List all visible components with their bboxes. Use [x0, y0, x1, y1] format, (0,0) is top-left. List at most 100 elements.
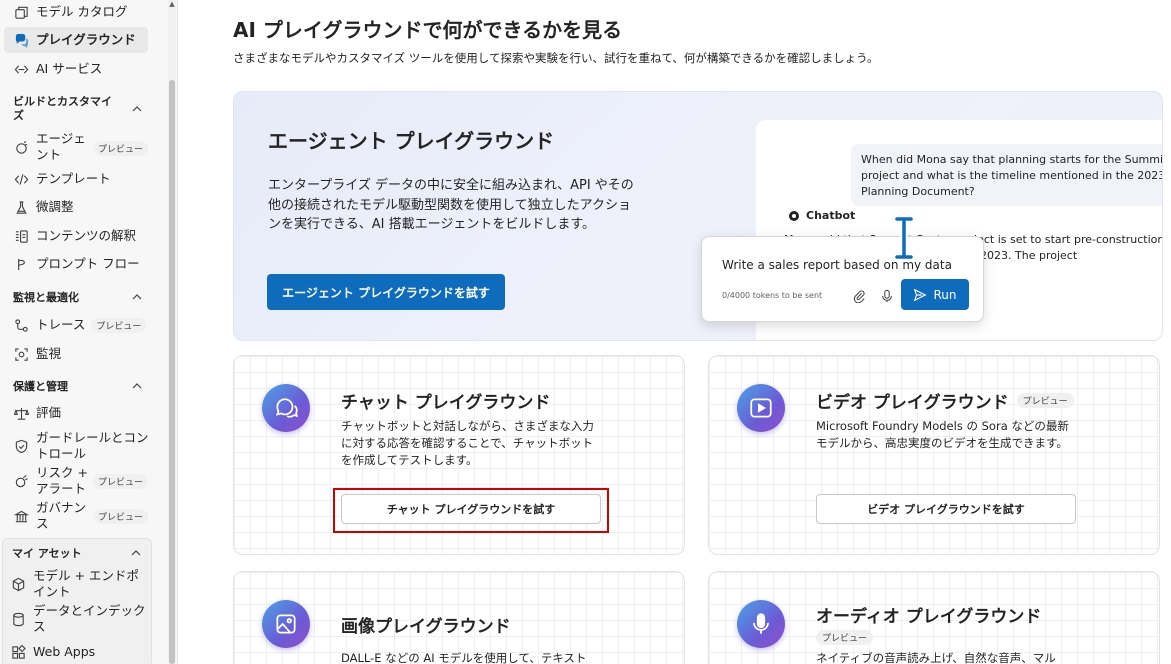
sidebar-item-label: エージェント — [36, 131, 86, 162]
chat-icon — [262, 384, 310, 432]
send-icon — [914, 288, 928, 301]
preview-badge: プレビュー — [816, 630, 874, 645]
card-description: ネイティブの音声読み上げ、自然な音声、マル — [816, 651, 1056, 664]
sidebar-item-label: ガバナンス — [36, 500, 87, 531]
sidebar-item-label: プロンプト フロー — [36, 256, 140, 271]
agent-playground-hero: エージェント プレイグラウンド エンタープライズ データの中に安全に組み込まれ、… — [233, 91, 1163, 341]
sidebar-item-model-catalog[interactable]: モデル カタログ — [0, 3, 152, 21]
ai-services-icon — [12, 60, 30, 78]
preview-badge: プレビュー — [1016, 393, 1074, 408]
microphone-icon — [882, 289, 892, 303]
sidebar-item-content-understanding[interactable]: コンテンツの解釈 — [0, 227, 152, 245]
sidebar-item-ai-services[interactable]: AI サービス — [0, 60, 152, 78]
sidebar-item-playground[interactable]: プレイグラウンド — [4, 27, 148, 53]
section-header-monitor[interactable]: 監視と最適化 — [13, 289, 143, 305]
sidebar-item-prompt-flow[interactable]: プロンプト フロー — [0, 255, 152, 273]
flask-icon — [12, 198, 30, 216]
sidebar-item-label: プレイグラウンド — [36, 32, 136, 47]
try-agent-playground-button[interactable]: エージェント プレイグラウンドを試す — [267, 274, 505, 310]
sidebar-item-label: テンプレート — [36, 171, 111, 186]
flow-icon — [12, 255, 30, 273]
sidebar-item-label: リスク + アラート — [36, 465, 88, 496]
page-subtitle: さまざまなモデルやカスタマイズ ツールを使用して探索や実験を行い、試行を重ねて、… — [233, 51, 879, 65]
card-title: オーディオ プレイグラウンド — [816, 607, 1042, 627]
sidebar-item-governance[interactable]: ガバナンス プレビュー — [0, 500, 152, 532]
hero-title: エージェント プレイグラウンド — [268, 129, 555, 153]
sidebar-item-trace[interactable]: トレース プレビュー — [0, 316, 152, 334]
microphone-icon — [737, 600, 785, 648]
chatbot-label: Chatbot — [788, 209, 855, 222]
sidebar-item-risk-alerts[interactable]: リスク + アラート プレビュー — [0, 465, 152, 497]
section-header-build[interactable]: ビルドとカスタマイズ — [13, 95, 143, 123]
sidebar-item-label: ガードレールとコントロール — [36, 430, 149, 461]
sidebar-item-label: 評価 — [36, 405, 62, 420]
image-icon — [262, 600, 310, 648]
preview-badge: プレビュー — [91, 317, 147, 333]
card-title: 画像プレイグラウンド — [341, 617, 511, 637]
section-header-my-assets[interactable]: マイ アセット — [12, 545, 142, 561]
playground-icon — [12, 31, 30, 49]
sidebar-item-label: モデル カタログ — [36, 4, 128, 19]
chevron-up-icon — [132, 294, 142, 300]
demo-composer: Write a sales report based on my data 0/… — [701, 236, 984, 322]
sidebar-scrollbar[interactable]: ▲ — [168, 0, 176, 664]
sidebar-item-evaluation[interactable]: 評価 — [0, 404, 152, 422]
trace-icon — [12, 316, 30, 334]
sidebar-item-label: 監視 — [36, 346, 62, 361]
monitor-icon — [12, 345, 30, 363]
demo-user-message: When did Mona say that planning starts f… — [851, 144, 1162, 206]
video-play-icon — [737, 384, 785, 432]
audio-playground-card: オーディオ プレイグラウンド プレビュー ネイティブの音声読み上げ、自然な音声、… — [708, 571, 1160, 664]
code-icon — [12, 170, 30, 188]
chevron-up-icon — [131, 550, 141, 556]
page-title: AI プレイグラウンドで何ができるかを見る — [233, 18, 623, 42]
sidebar-item-web-apps[interactable]: Web Apps — [0, 643, 152, 661]
preview-badge: プレビュー — [92, 509, 148, 524]
sidebar-item-models-endpoints[interactable]: モデル + エンドポイント — [0, 568, 152, 600]
chat-playground-card: チャット プレイグラウンド チャットボットと対話しながら、さまざまな入力に対する… — [233, 355, 685, 555]
sidebar-item-label: AI サービス — [36, 61, 103, 76]
cube-icon — [9, 575, 27, 593]
sidebar-item-label: コンテンツの解釈 — [36, 228, 137, 243]
demo-run-button: Run — [901, 279, 969, 310]
card-title: チャット プレイグラウンド — [341, 393, 551, 413]
chevron-up-icon — [132, 106, 142, 112]
agent-icon — [12, 138, 30, 156]
try-video-playground-button[interactable]: ビデオ プレイグラウンドを試す — [816, 494, 1076, 524]
apps-icon — [9, 643, 27, 661]
shield-icon — [12, 437, 30, 455]
card-title: ビデオ プレイグラウンド プレビュー — [816, 388, 1074, 413]
sidebar-item-monitoring[interactable]: 監視 — [0, 345, 152, 363]
text-cursor-icon — [893, 215, 915, 261]
hero-description: エンタープライズ データの中に安全に組み込まれ、API やその他の接続されたモデ… — [268, 178, 634, 232]
chatbot-icon — [789, 210, 799, 221]
scrollbar-thumb[interactable] — [169, 80, 175, 664]
sidebar-item-label: モデル + エンドポイント — [33, 568, 139, 599]
preview-badge: プレビュー — [92, 141, 148, 156]
sidebar-item-data-indexes[interactable]: データとインデックス — [0, 603, 152, 635]
sidebar-item-guardrails[interactable]: ガードレールとコントロール — [0, 430, 152, 462]
left-sidebar: モデル カタログ プレイグラウンド AI サービス ビルドとカスタマイズ エージ… — [0, 0, 178, 664]
sidebar-item-fine-tuning[interactable]: 微調整 — [0, 198, 152, 216]
card-description: チャットボットと対話しながら、さまざまな入力に対する応答を確認することで、チャッ… — [341, 419, 594, 467]
try-chat-playground-button[interactable]: チャット プレイグラウンドを試す — [341, 494, 601, 524]
demo-input-text: Write a sales report based on my data — [722, 258, 952, 272]
sidebar-item-templates[interactable]: テンプレート — [0, 170, 152, 188]
chevron-up-icon — [132, 383, 142, 389]
sidebar-item-label: 微調整 — [36, 199, 74, 214]
sidebar-item-agents[interactable]: エージェント プレビュー — [0, 131, 152, 163]
card-description: DALL-E などの AI モデルを使用して、テキスト — [341, 651, 587, 664]
preview-badge: プレビュー — [92, 474, 148, 489]
image-playground-card: 画像プレイグラウンド DALL-E などの AI モデルを使用して、テキスト — [233, 571, 685, 664]
governance-icon — [12, 507, 30, 525]
database-icon — [9, 610, 27, 628]
token-count: 0/4000 tokens to be sent — [722, 291, 823, 300]
scale-icon — [12, 404, 30, 422]
catalog-icon — [12, 3, 30, 21]
section-header-protect[interactable]: 保護と管理 — [13, 378, 143, 394]
sidebar-item-label: トレース — [36, 317, 86, 332]
sidebar-item-label: Web Apps — [33, 644, 96, 659]
card-description: Microsoft Foundry Models の Sora などの最新モデル… — [816, 419, 1069, 450]
scroll-up-arrow-icon[interactable]: ▲ — [169, 0, 175, 8]
content-icon — [12, 227, 30, 245]
